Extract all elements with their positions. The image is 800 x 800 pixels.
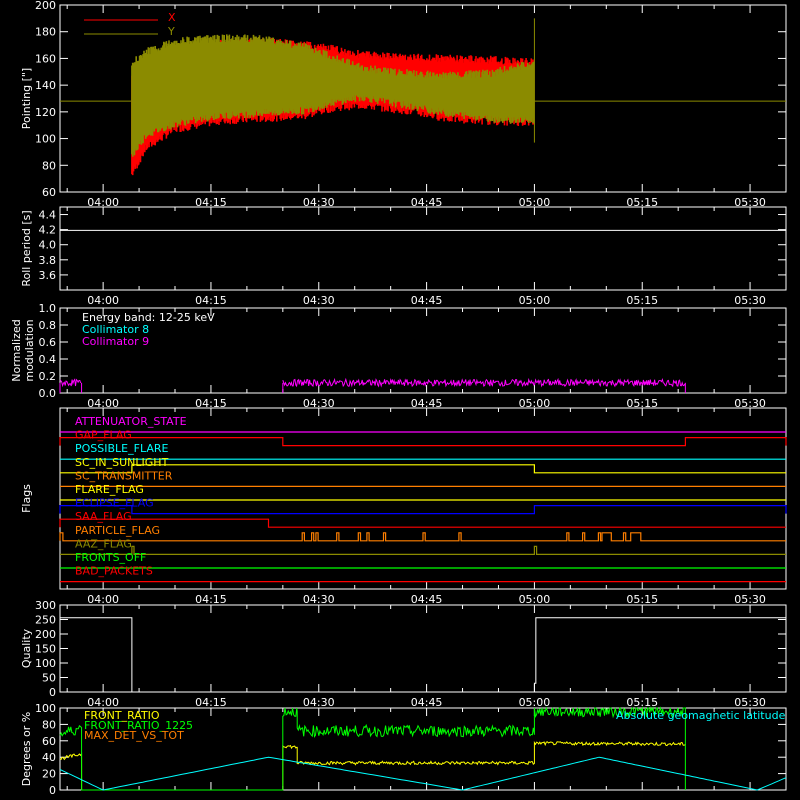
x-tick-label: 05:15 — [626, 294, 658, 307]
y-tick-label: 180 — [35, 26, 56, 39]
x-tick-label: 04:00 — [87, 696, 119, 709]
flag-label: FRONTS_OFF — [75, 551, 146, 564]
flag-label: BAD_PACKETS — [75, 565, 153, 578]
flag-label: POSSIBLE_FLARE — [75, 442, 169, 455]
y-tick-label: 120 — [35, 106, 56, 119]
y-tick-label: 80 — [42, 159, 56, 172]
y-tick-label: 40 — [42, 751, 56, 764]
x-tick-label: 05:00 — [519, 294, 551, 307]
y-tick-label: 3.8 — [39, 254, 57, 267]
flag-label: PARTICLE_FLAG — [75, 524, 160, 537]
x-tick-label: 04:45 — [411, 593, 443, 606]
y-tick-label: 60 — [42, 735, 56, 748]
y-tick-label: 20 — [42, 768, 56, 781]
x-tick-label: 04:15 — [195, 593, 227, 606]
y-tick-label: 100 — [35, 133, 56, 146]
x-tick-label: 05:30 — [734, 696, 766, 709]
flag-label: SAA_FLAG — [75, 510, 132, 523]
y-tick-label: 0.6 — [39, 336, 57, 349]
degrees-annotation: Absolute geomagnetic latitude — [616, 709, 786, 722]
x-tick-label: 04:00 — [87, 294, 119, 307]
x-tick-label: 05:00 — [519, 696, 551, 709]
y-axis-label: Degrees or % — [20, 712, 33, 786]
flag-label: ATTENUATOR_STATE — [75, 415, 187, 428]
y-axis-label: modulation — [23, 319, 36, 381]
x-tick-label: 05:30 — [734, 294, 766, 307]
x-tick-label: 05:30 — [734, 593, 766, 606]
x-tick-label: 05:15 — [626, 593, 658, 606]
pointing-legend-x: X — [168, 11, 176, 24]
y-tick-label: 1.0 — [39, 302, 57, 315]
x-tick-label: 04:15 — [195, 696, 227, 709]
y-tick-label: 3.6 — [39, 269, 57, 282]
y-tick-label: 100 — [35, 702, 56, 715]
figure: 04:00 04:15 04:30 04:45 05:00 05:15 05:30 60 80 1… — [0, 0, 800, 800]
y-tick-label: 0 — [49, 784, 56, 797]
y-tick-label: 0.4 — [39, 353, 57, 366]
x-tick-label: 04:30 — [303, 593, 335, 606]
pointing-legend-y: Y — [167, 25, 175, 38]
y-tick-label: 100 — [35, 657, 56, 670]
y-tick-label: 60 — [42, 186, 56, 199]
x-tick-label: 04:45 — [411, 696, 443, 709]
x-tick-label: 04:45 — [411, 294, 443, 307]
degrees-legend-max-det: MAX_DET_VS_TOT — [84, 729, 184, 742]
y-tick-label: 160 — [35, 52, 56, 65]
y-tick-label: 140 — [35, 79, 56, 92]
flag-label: ECLIPSE_FLAG — [75, 497, 154, 510]
y-axis-label: Roll period [s] — [20, 210, 33, 286]
y-tick-label: 0.8 — [39, 319, 57, 332]
y-tick-label: 0 — [49, 686, 56, 699]
modulation-legend-c9: Collimator 9 — [82, 335, 149, 348]
x-tick-label: 04:30 — [303, 696, 335, 709]
y-tick-label: 150 — [35, 643, 56, 656]
y-tick-label: 0.2 — [39, 370, 57, 383]
flag-label: GAP_FLAG — [75, 429, 132, 442]
y-tick-label: 4.2 — [39, 224, 57, 237]
flag-label: SC_TRANSMITTER — [75, 469, 173, 482]
y-tick-label: 4.4 — [39, 209, 57, 222]
y-tick-label: 300 — [35, 599, 56, 612]
flag-label: FLARE_FLAG — [75, 483, 144, 496]
x-tick-label: 04:00 — [87, 593, 119, 606]
y-axis-label: Pointing ["] — [20, 68, 33, 129]
y-tick-label: 50 — [42, 672, 56, 685]
x-tick-label: 04:30 — [303, 294, 335, 307]
y-tick-label: 80 — [42, 718, 56, 731]
y-axis-label: Normalized — [10, 319, 23, 381]
flag-label: AAZ_FLAG — [75, 537, 132, 550]
y-tick-label: 250 — [35, 614, 56, 627]
y-tick-label: 200 — [35, 628, 56, 641]
x-tick-label: 04:15 — [195, 294, 227, 307]
y-axis-label: Flags — [20, 484, 33, 513]
y-tick-label: 4.0 — [39, 239, 57, 252]
y-axis-label: Quality — [20, 628, 33, 668]
flag-label: SC_IN_SUNLIGHT — [75, 456, 169, 469]
y-tick-label: 0.0 — [39, 387, 57, 400]
y-tick-label: 200 — [35, 0, 56, 12]
x-tick-label: 05:00 — [519, 593, 551, 606]
